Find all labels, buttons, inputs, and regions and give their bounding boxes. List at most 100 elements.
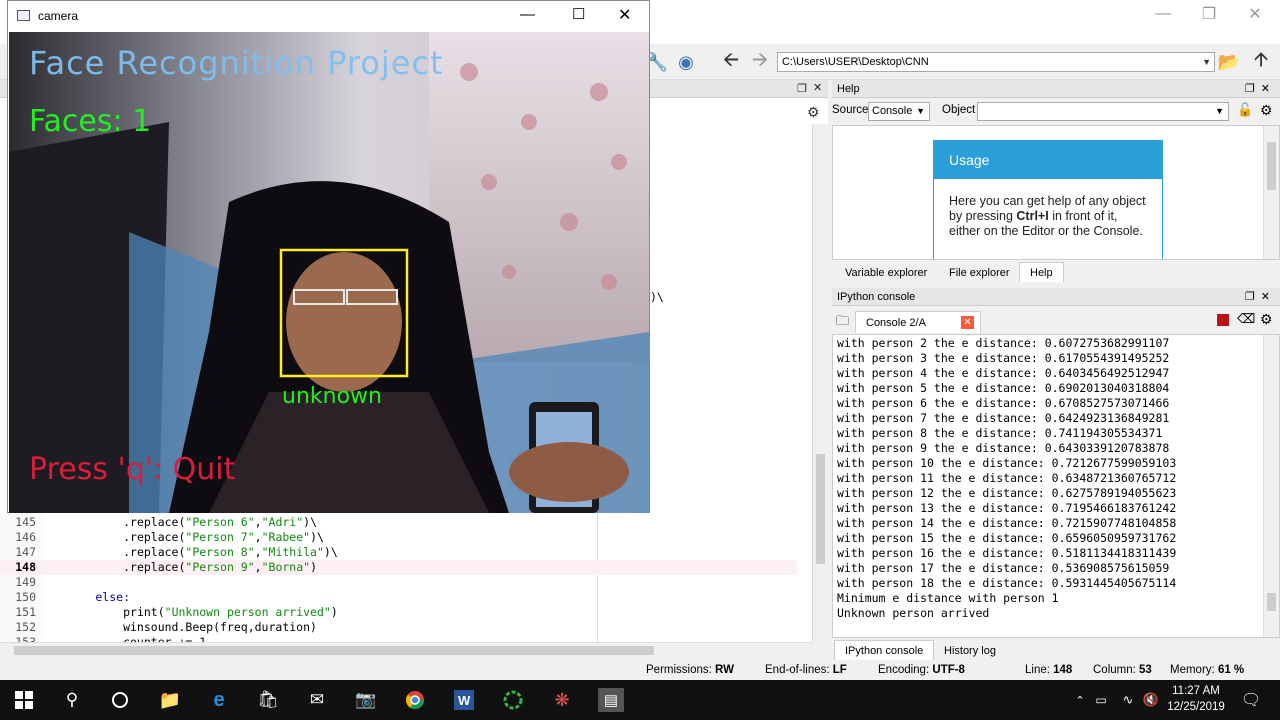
volume-icon[interactable]: 🔇 [1138, 688, 1164, 712]
anaconda-icon[interactable] [500, 688, 526, 712]
chrome-icon[interactable] [402, 688, 428, 712]
code-token: else: [40, 590, 131, 604]
search-icon[interactable]: ⚲ [59, 688, 85, 712]
restore-icon[interactable]: ❐ [1186, 0, 1232, 28]
memory-status: Memory: 61 % [1170, 664, 1245, 676]
store-icon[interactable]: 🛍 [255, 688, 281, 712]
column-status: Column: 53 [1093, 664, 1152, 676]
notifications-icon[interactable]: 🗨 [1238, 688, 1264, 712]
line-number: 149 [15, 575, 36, 589]
console-output[interactable]: with person 2 the e distance: 0.60727536… [832, 334, 1280, 638]
close-icon[interactable]: ✕ [618, 5, 631, 25]
code-line[interactable]: 150 else: [0, 590, 797, 605]
line-number: 146 [15, 530, 36, 544]
up-arrow-icon[interactable]: 🡩 [1250, 49, 1272, 72]
pane-buttons[interactable]: ❐✕ [1245, 80, 1276, 98]
code-token: , [254, 545, 262, 559]
spyder-web-icon[interactable]: ❋ [549, 688, 575, 712]
console-line: with person 4 the e distance: 0.64034564… [837, 366, 1170, 380]
object-label: Object [942, 104, 976, 116]
console-line: with person 11 the e distance: 0.6348721… [837, 471, 1177, 485]
object-combo[interactable]: ▼ [977, 102, 1229, 121]
line-number: 147 [15, 545, 36, 559]
line-status: Line: 148 [1025, 664, 1073, 676]
open-folder-icon[interactable]: 📂 [1218, 52, 1240, 72]
code-fragment: )\ [650, 290, 664, 304]
code-token: "Person 7" [185, 530, 255, 544]
minimize-icon[interactable]: — [1140, 0, 1186, 28]
code-line[interactable]: 147 .replace("Person 8","Mithila")\ [0, 545, 797, 560]
eraser-icon[interactable]: ⌫ [1237, 311, 1255, 327]
close-icon[interactable]: ✕ [961, 316, 974, 329]
pane-buttons[interactable]: ❐✕ [1245, 288, 1276, 306]
chevron-down-icon[interactable]: ▼ [1202, 53, 1211, 71]
code-line[interactable]: 145 .replace("Person 6","Adri")\ [0, 515, 797, 530]
working-directory-combo[interactable]: C:\Users\USER\Desktop\CNN ▼ [777, 52, 1215, 72]
code-line[interactable]: 146 .replace("Person 7","Rabee")\ [0, 530, 797, 545]
code-token: "Person 8" [185, 545, 255, 559]
mail-icon[interactable]: ✉ [304, 688, 330, 712]
gear-icon[interactable]: ⚙ [807, 104, 820, 121]
code-line[interactable]: 152 winsound.Beep(freq,duration) [0, 620, 797, 635]
tab-history-log[interactable]: History log [933, 640, 1007, 660]
lock-icon[interactable]: 🔓 [1237, 102, 1253, 118]
source-combo[interactable]: Console ▼ [868, 102, 930, 121]
faces-count: Faces: 1 [29, 104, 152, 139]
help-scrollbar[interactable] [1263, 126, 1279, 259]
code-token: )\ [323, 545, 338, 559]
windows-start-icon[interactable] [11, 688, 37, 712]
code-token: , [254, 515, 262, 529]
close-icon[interactable]: ✕ [1232, 0, 1278, 28]
code-token: "Person 9" [185, 560, 255, 574]
cortana-icon[interactable] [107, 688, 133, 712]
minimize-icon[interactable]: — [520, 6, 535, 23]
undock-icon[interactable]: ❐ [797, 82, 807, 95]
edge-icon[interactable]: e [206, 688, 232, 712]
console-line: with person 13 the e distance: 0.7195466… [837, 501, 1177, 515]
stop-icon[interactable] [1217, 314, 1229, 326]
back-arrow-icon[interactable]: 🡨 [720, 49, 742, 72]
svg-text:W: W [458, 693, 471, 708]
code-token: , [254, 530, 262, 544]
console-line: with person 3 the e distance: 0.61705543… [837, 351, 1170, 365]
file-explorer-icon[interactable]: 📁 [157, 688, 183, 712]
close-pane-icon[interactable]: ✕ [813, 81, 822, 94]
camera-app-icon[interactable]: 📷 [353, 688, 379, 712]
active-app-icon[interactable]: ▤ [598, 688, 624, 712]
code-token: )\ [310, 530, 324, 544]
clock[interactable]: 11:27 AM 12/25/2019 [1165, 683, 1227, 715]
gear-icon[interactable]: ⚙ [1260, 311, 1273, 328]
top-right-tabs: Variable explorer File explorer Help [832, 260, 1280, 282]
code-line[interactable]: 151 print("Unknown person arrived") [0, 605, 797, 620]
code-token: , [254, 560, 262, 574]
tab-variable-explorer[interactable]: Variable explorer [834, 262, 938, 282]
gear-icon[interactable]: ⚙ [1260, 102, 1273, 119]
maximize-icon[interactable]: ☐ [572, 5, 585, 23]
console-line: with person 2 the e distance: 0.60727536… [837, 336, 1170, 350]
camera-titlebar[interactable]: camera — ☐ ✕ [8, 1, 649, 31]
word-icon[interactable]: W [451, 688, 477, 712]
console-bottom-tabs: IPython console History log [832, 638, 1280, 660]
console-scrollbar[interactable] [1263, 335, 1279, 637]
code-line[interactable]: 148 .replace("Person 9","Borna") [0, 560, 797, 575]
console-tabbar: 🗀 Console 2/A ✕ ⌫ ⚙ [832, 308, 1280, 334]
console-tab[interactable]: Console 2/A ✕ [855, 311, 981, 333]
camera-window[interactable]: camera — ☐ ✕ Face Recognition Project Fa… [7, 0, 650, 513]
editor-vertical-scrollbar[interactable] [812, 124, 828, 642]
folder-icon[interactable]: 🗀 [836, 312, 849, 334]
source-label: Source [832, 104, 869, 116]
usage-text: Here you can get help of any object by p… [949, 194, 1146, 238]
editor-horizontal-scrollbar[interactable] [0, 642, 812, 658]
help-title: Help [837, 83, 860, 95]
taskbar: ⚲ 📁 e 🛍 ✉ 📷 W ❋ ▤ ⌃ ▭ ∿ 🔇 11:27 AM 12/25… [0, 680, 1280, 720]
battery-icon[interactable]: ▭ [1088, 688, 1114, 712]
tab-ipython-console[interactable]: IPython console [834, 640, 935, 660]
forward-arrow-icon[interactable]: 🡪 [749, 49, 771, 72]
tab-file-explorer[interactable]: File explorer [938, 262, 1021, 282]
code-line[interactable]: 149 [0, 575, 797, 590]
tab-help[interactable]: Help [1019, 262, 1064, 282]
code-token: .replace( [123, 560, 186, 574]
python-icon[interactable]: ◉ [675, 52, 697, 72]
